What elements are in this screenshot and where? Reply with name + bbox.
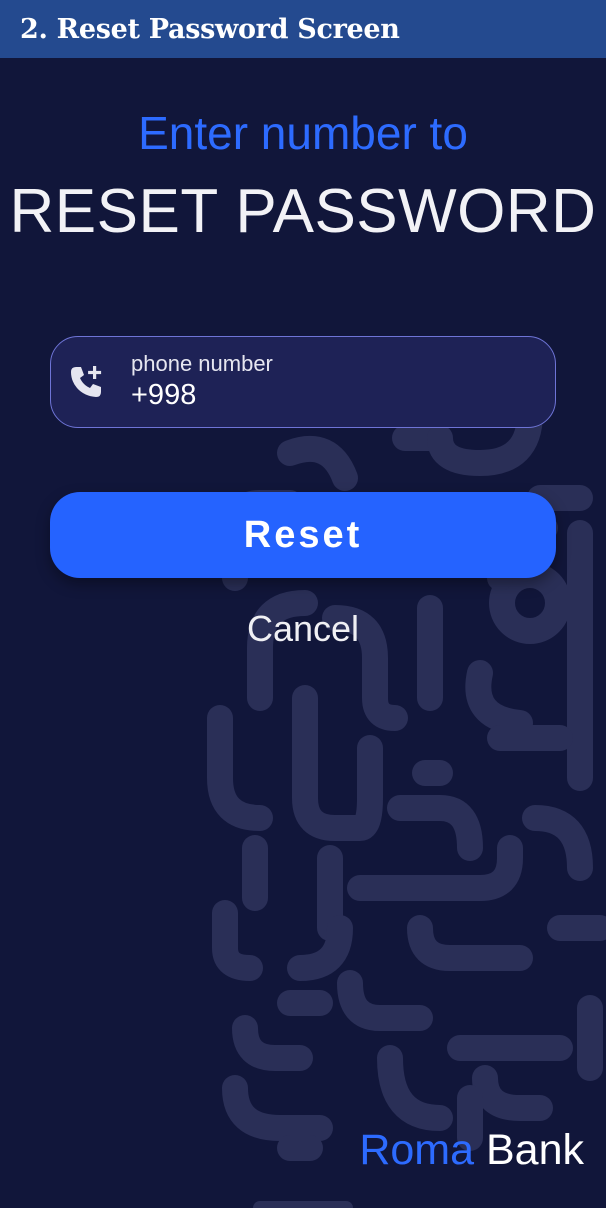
phone-number-label: phone number xyxy=(131,351,273,376)
reset-password-screen: Enter number to RESET PASSWORD phone num… xyxy=(0,58,606,1208)
phone-number-field[interactable]: phone number +998 xyxy=(50,336,556,428)
brand-name-part1: Roma xyxy=(359,1126,475,1174)
reset-button[interactable]: Reset xyxy=(50,492,556,578)
brand-logo: Roma Bank xyxy=(359,1126,584,1175)
page-title: RESET PASSWORD xyxy=(9,177,597,246)
caption-text: 2. Reset Password Screen xyxy=(20,13,400,45)
phone-number-input[interactable]: +998 xyxy=(131,379,196,412)
cancel-link[interactable]: Cancel xyxy=(0,608,606,650)
home-indicator[interactable] xyxy=(253,1201,353,1208)
brand-name-part2: Bank xyxy=(485,1126,584,1174)
caption-bar: 2. Reset Password Screen xyxy=(0,0,606,58)
title-subheading: Enter number to xyxy=(138,107,468,159)
phone-add-icon xyxy=(71,366,102,397)
